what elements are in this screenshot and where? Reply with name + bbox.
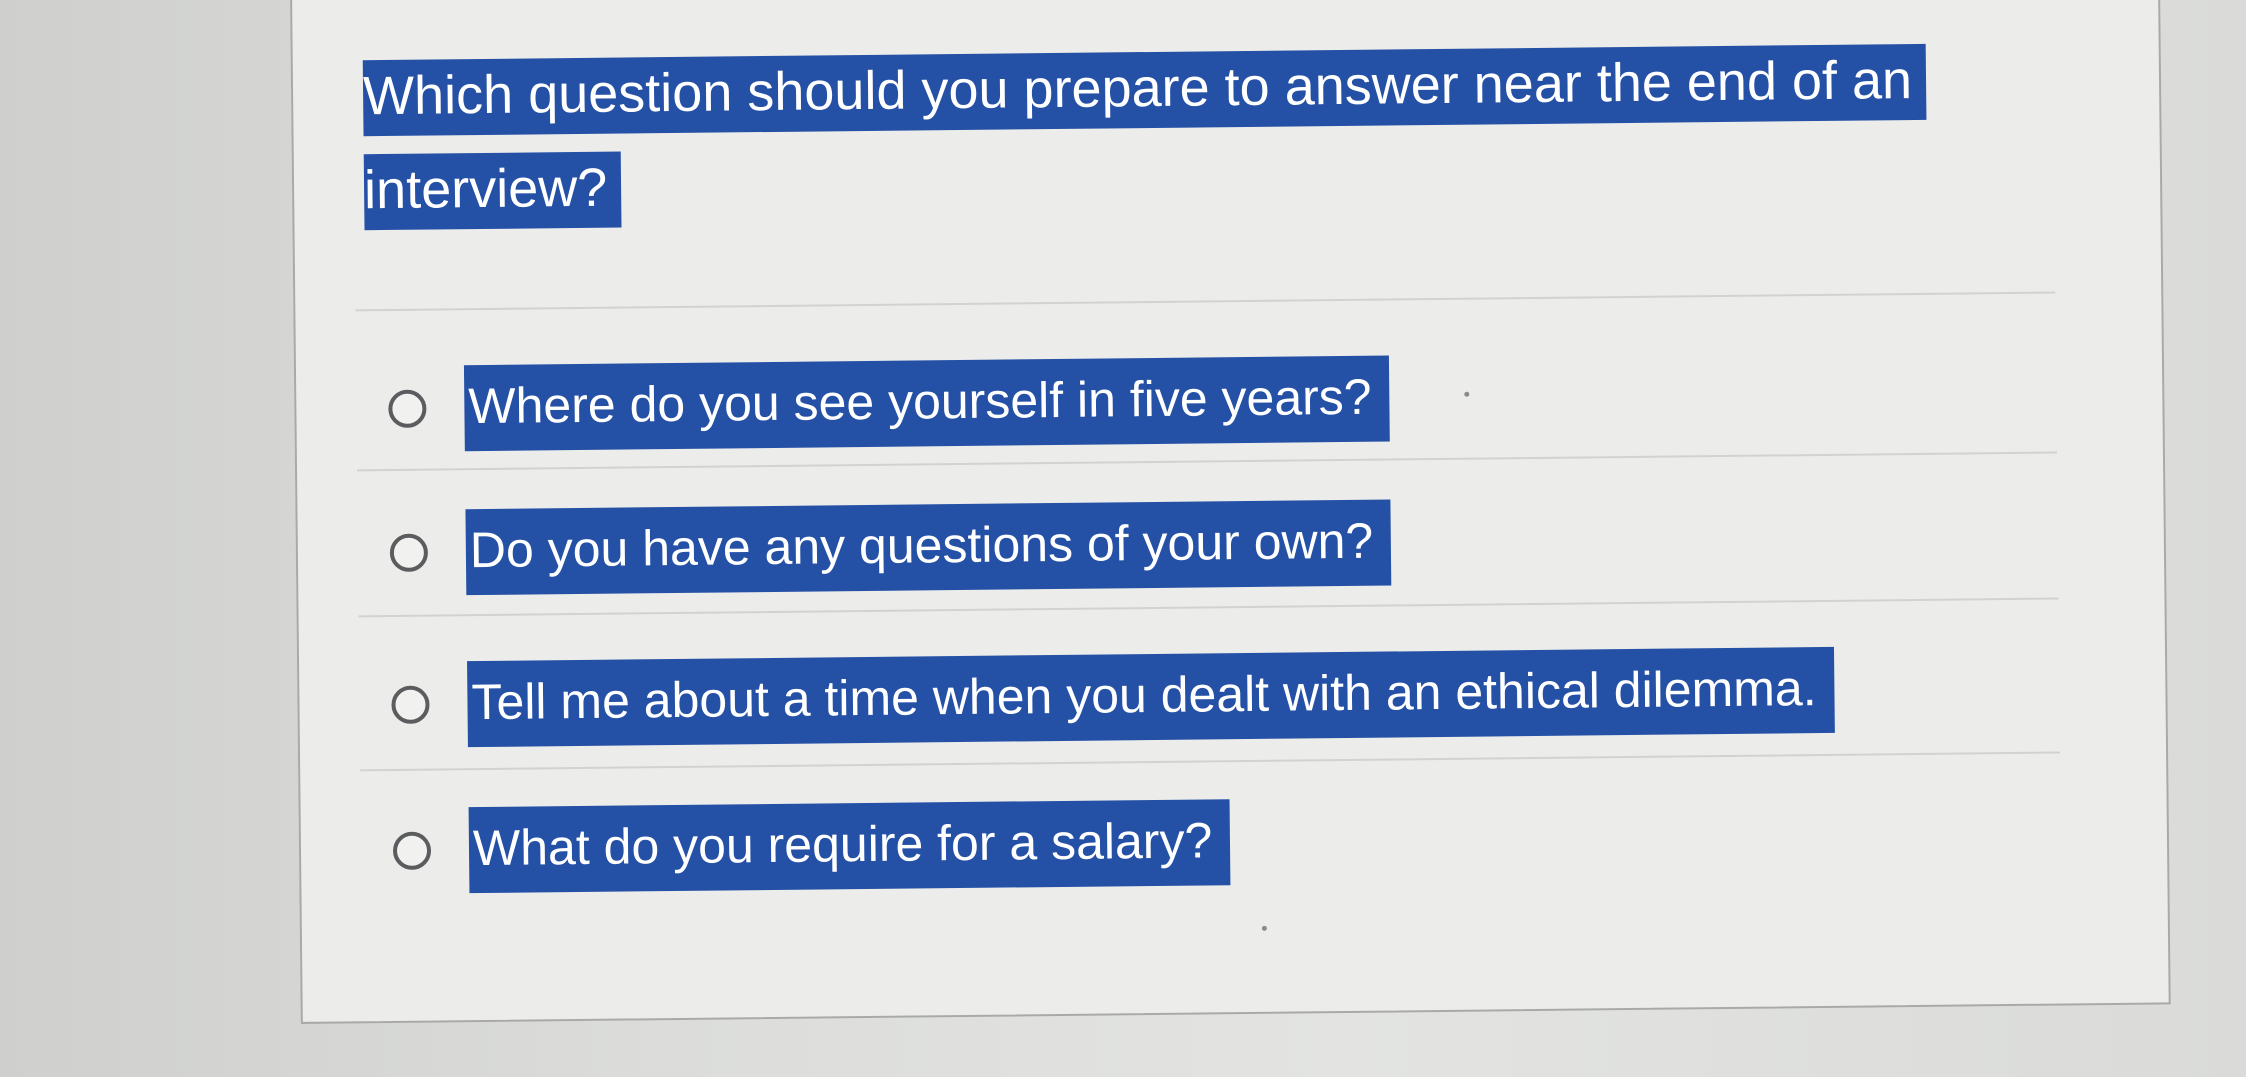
answer-option-4[interactable]: What do you require for a salary? (392, 792, 1231, 901)
answer-option-2[interactable]: Do you have any questions of your own? (389, 493, 1392, 603)
radio-button-icon[interactable] (389, 533, 429, 572)
question-text-highlight: Which question should you prepare to ans… (362, 43, 1927, 231)
answer-option-label[interactable]: Where do you see yourself in five years? (463, 355, 1391, 452)
divider (360, 751, 2061, 772)
question-text: Which question should you prepare to ans… (362, 32, 2045, 238)
question-card: Which question should you prepare to ans… (290, 0, 2171, 1024)
dust-speck (1261, 925, 1267, 931)
answer-option-1[interactable]: Where do you see yourself in five years? (388, 349, 1391, 459)
radio-button-icon[interactable] (391, 685, 430, 724)
answer-option-label[interactable]: Do you have any questions of your own? (465, 499, 1392, 596)
radio-button-icon[interactable] (388, 389, 427, 428)
answer-option-label[interactable]: What do you require for a salary? (468, 799, 1231, 894)
answer-option-label[interactable]: Tell me about a time when you dealt with… (467, 646, 1836, 748)
radio-button-icon[interactable] (392, 831, 432, 870)
divider (355, 291, 2056, 312)
dust-speck (1464, 391, 1470, 397)
answer-option-3[interactable]: Tell me about a time when you dealt with… (391, 640, 1836, 755)
